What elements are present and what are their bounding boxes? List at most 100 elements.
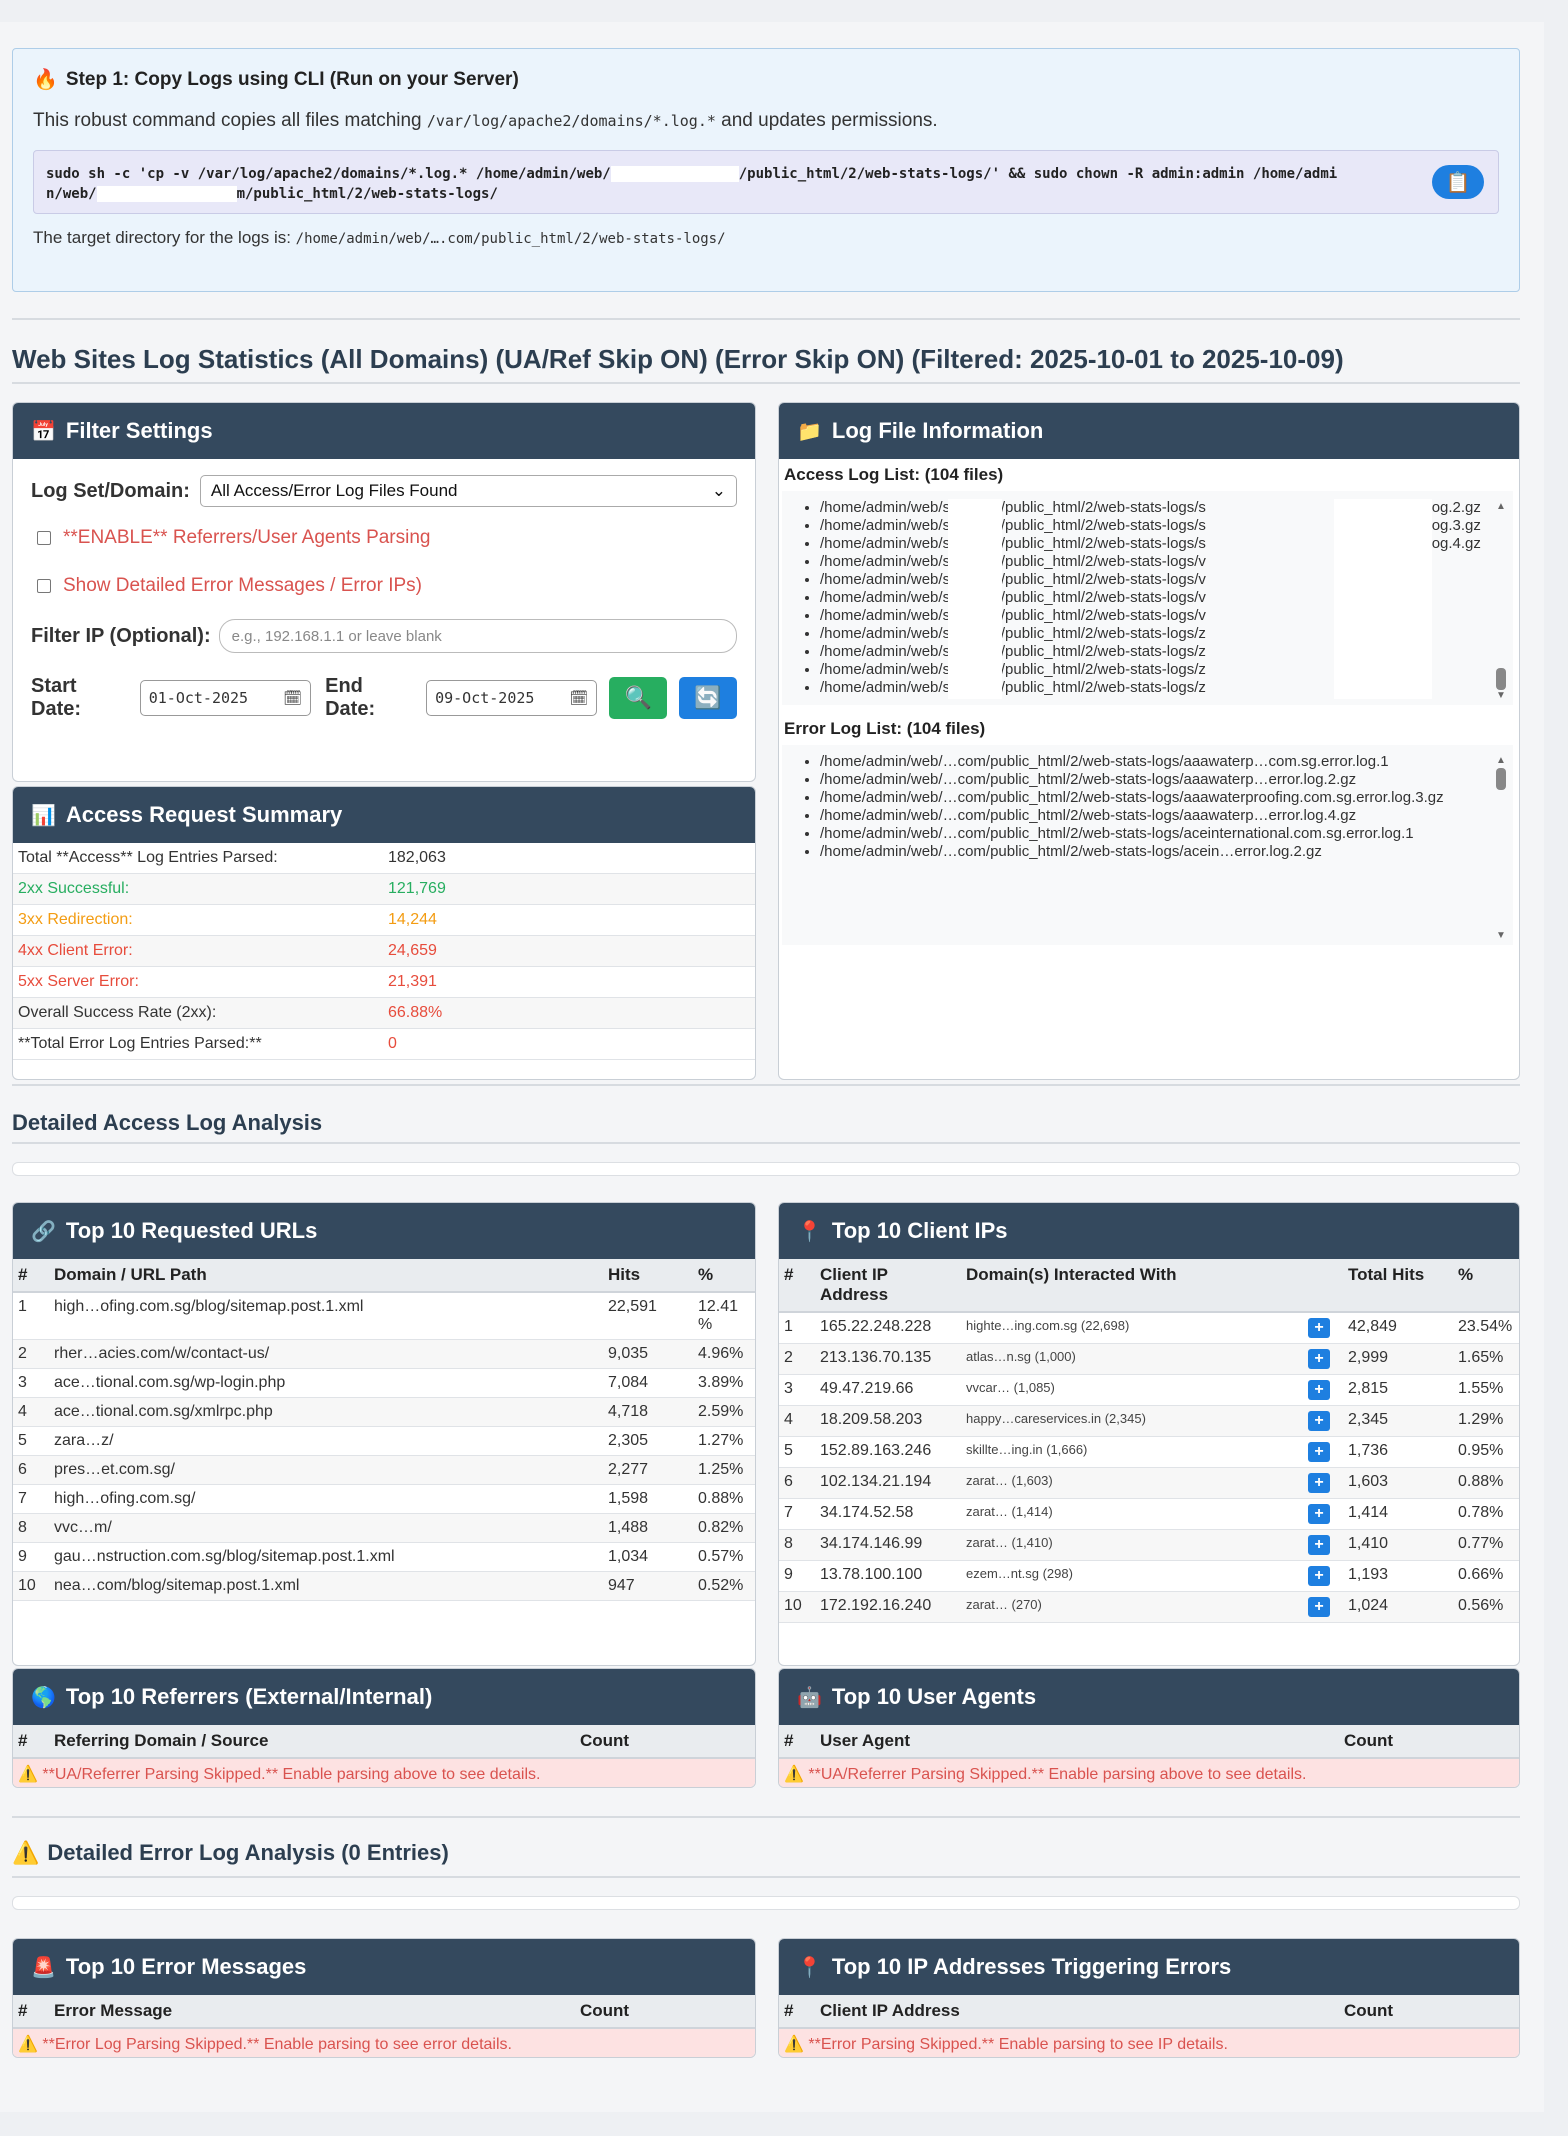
table-row: 3 49.47.219.66 vvcar… (1,085) +2,815 1.55%: [779, 1374, 1519, 1406]
expand-button[interactable]: +: [1308, 1349, 1330, 1369]
ip-domains: zarat… (1,414): [961, 1498, 1303, 1530]
table-row: 7 high…ofing.com.sg/1,598 0.88%: [13, 1484, 755, 1514]
ip-domains: highte…ing.com.sg (22,698): [961, 1312, 1303, 1344]
row-index: 3: [13, 1368, 49, 1398]
url-path[interactable]: zara…z/: [49, 1426, 603, 1456]
url-path[interactable]: ace…tional.com.sg/xmlrpc.php: [49, 1397, 603, 1427]
expand-button[interactable]: +: [1308, 1442, 1330, 1462]
log-path-part: om/public_html/2/web-stats-logs/z: [980, 643, 1206, 660]
hit-percent: 1.25%: [693, 1455, 755, 1485]
globe-icon: 🌎: [31, 1686, 56, 1709]
page-title: Web Sites Log Statistics (All Domains) (…: [12, 344, 1344, 374]
expand-button[interactable]: +: [1308, 1318, 1330, 1338]
pin-icon: 📍: [797, 1956, 822, 1979]
table-row: 4 18.209.58.203 happy…careservices.in (2,3…: [779, 1405, 1519, 1437]
url-path[interactable]: high…ofing.com.sg/: [49, 1484, 603, 1514]
summary-value: 182,063: [383, 843, 755, 874]
warning-text: Enable parsing to see error details.: [259, 2036, 512, 2053]
start-date-input[interactable]: 01-Oct-2025 🗓: [139, 680, 312, 716]
url-path[interactable]: pres…et.com.sg/: [49, 1455, 603, 1485]
access-log-list[interactable]: /home/admin/web/som/public_html/2/web-st…: [782, 491, 1513, 705]
warning-row: ⚠️ **UA/Referrer Parsing Skipped.** Enab…: [13, 1758, 755, 1787]
row-index: 10: [779, 1591, 815, 1623]
warning-row: ⚠️ **Error Parsing Skipped.** Enable par…: [779, 2028, 1519, 2057]
table-row: 9 gau…nstruction.com.sg/blog/sitemap.post…: [13, 1542, 755, 1572]
row-index: 8: [13, 1513, 49, 1543]
cmd-part: sudo sh -c 'cp -v /var/log/apache2/domai…: [46, 166, 611, 182]
column-header: Hits: [603, 1259, 693, 1293]
expand-button[interactable]: +: [1308, 1504, 1330, 1524]
url-path[interactable]: gau…nstruction.com.sg/blog/sitemap.post.…: [49, 1542, 603, 1572]
link-icon: 🔗: [31, 1220, 56, 1243]
step-heading: 🔥 Step 1: Copy Logs using CLI (Run on you…: [33, 67, 1499, 92]
warning-text: Enable parsing above to see details.: [278, 1766, 541, 1783]
ip-filter-input[interactable]: e.g., 192.168.1.1 or leave blank: [218, 619, 737, 653]
show-errors-checkbox[interactable]: [37, 579, 51, 593]
enable-ua-checkbox[interactable]: [37, 531, 51, 545]
expand-cell: +: [1303, 1560, 1343, 1592]
column-header: #: [779, 1725, 815, 1759]
expand-button[interactable]: +: [1308, 1535, 1330, 1555]
scroll-thumb[interactable]: [1496, 768, 1506, 790]
error-log-list[interactable]: /home/admin/web/…com/public_html/2/web-s…: [782, 745, 1513, 945]
expand-button[interactable]: +: [1308, 1597, 1330, 1617]
table-header-row: # User Agent Count: [779, 1725, 1519, 1759]
warning-text: Enable parsing to see IP details.: [994, 2036, 1228, 2053]
column-header: Referring Domain / Source: [49, 1725, 575, 1759]
url-path[interactable]: high…ofing.com.sg/blog/sitemap.post.1.xm…: [49, 1292, 603, 1340]
section-title: Detailed Access Log Analysis: [12, 1110, 323, 1135]
ip-placeholder: e.g., 192.168.1.1 or leave blank: [231, 627, 442, 645]
error-log-item: /home/admin/web/…com/public_html/2/web-s…: [820, 807, 1513, 825]
search-icon: 🔍: [624, 685, 653, 710]
end-date-input[interactable]: 09-Oct-2025 🗓: [426, 680, 598, 716]
card-title: Top 10 Error Messages: [65, 1954, 307, 1979]
pin-icon: 📍: [797, 1220, 822, 1243]
chevron-down-icon: ⌄: [711, 481, 726, 500]
error-list-scrollbar[interactable]: ▲ ▼: [1495, 755, 1507, 945]
scroll-thumb[interactable]: [1496, 668, 1506, 690]
expand-button[interactable]: +: [1308, 1566, 1330, 1586]
cmd-part: n/web/: [46, 186, 97, 202]
logset-value: All Access/Error Log Files Found: [210, 481, 458, 500]
cli-command[interactable]: sudo sh -c 'cp -v /var/log/apache2/domai…: [33, 150, 1499, 214]
hit-percent: 0.95%: [1453, 1436, 1519, 1468]
hit-percent: 0.82%: [693, 1513, 755, 1543]
search-button[interactable]: 🔍: [609, 677, 668, 719]
target-directory: The target directory for the logs is: /h…: [33, 228, 1499, 248]
calendar-icon: 🗓: [569, 689, 589, 707]
expand-cell: +: [1303, 1436, 1343, 1468]
copy-command-button[interactable]: 📋: [1432, 165, 1484, 199]
reset-button[interactable]: 🔄: [679, 677, 737, 719]
table-row: 7 34.174.52.58 zarat… (1,414) +1,414 0.78%: [779, 1498, 1519, 1530]
desc-post: and updates permissions.: [715, 110, 938, 131]
expand-button[interactable]: +: [1308, 1411, 1330, 1431]
clipboard-icon: 📋: [1445, 171, 1471, 194]
referrers-table: # Referring Domain / Source Count ⚠️ **UA/R…: [13, 1725, 755, 1787]
hit-percent: 12.41 %: [693, 1292, 755, 1340]
row-index: 6: [13, 1455, 49, 1485]
table-row: 4 ace…tional.com.sg/xmlrpc.php 4,718 2.59%: [13, 1397, 755, 1427]
url-path[interactable]: ace…tional.com.sg/wp-login.php: [49, 1368, 603, 1398]
hit-percent: 23.54%: [1453, 1312, 1519, 1344]
logset-select[interactable]: All Access/Error Log Files Found ⌄: [199, 475, 737, 507]
url-path[interactable]: vvc…m/: [49, 1513, 603, 1543]
expand-button[interactable]: +: [1308, 1473, 1330, 1493]
expand-cell: +: [1303, 1343, 1343, 1375]
total-hits: 1,024: [1343, 1591, 1453, 1623]
client-ip: 34.174.146.99: [815, 1529, 961, 1561]
url-path[interactable]: nea…com/blog/sitemap.post.1.xml: [49, 1571, 603, 1601]
table-row: 5 152.89.163.246 skillte…ing.in (1,666) +1,…: [779, 1436, 1519, 1468]
expand-button[interactable]: +: [1308, 1380, 1330, 1400]
summary-value: 21,391: [383, 966, 755, 998]
row-index: 2: [13, 1339, 49, 1369]
redacted-block: [96, 186, 237, 202]
expand-cell: +: [1303, 1467, 1343, 1499]
column-header: Count: [575, 1725, 755, 1759]
table-header-row: # Error Message Count: [13, 1995, 755, 2029]
table-row: 2 213.136.70.135 atlas…n.sg (1,000) +2,999 1…: [779, 1343, 1519, 1375]
hit-percent: 0.88%: [693, 1484, 755, 1514]
table-row: 5 zara…z/2,305 1.27%: [13, 1426, 755, 1456]
url-path[interactable]: rher…acies.com/w/contact-us/: [49, 1339, 603, 1369]
error-ips-table: # Client IP Address Count ⚠️ **Error Parsin…: [779, 1995, 1519, 2057]
access-list-scrollbar[interactable]: ▲ ▼: [1495, 501, 1507, 701]
